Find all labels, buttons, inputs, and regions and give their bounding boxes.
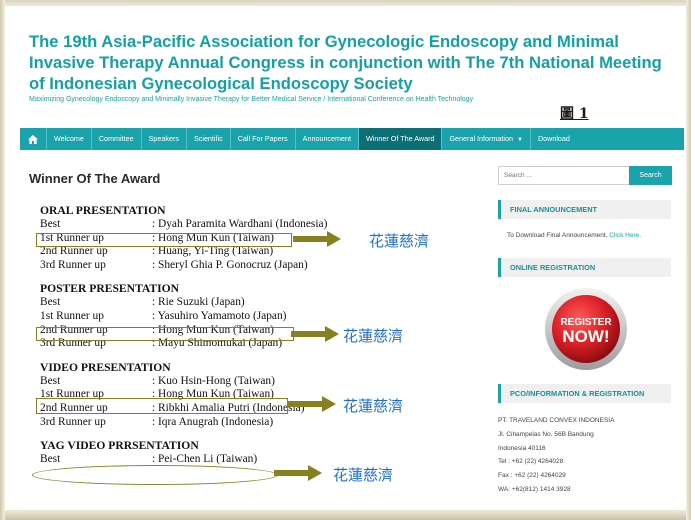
online-registration-heading: ONLINE REGISTRATION — [498, 258, 671, 277]
nav-announcement[interactable]: Announcement — [296, 128, 360, 150]
list-item: Best : Dyah Paramita Wardhani (Indonesia) — [40, 218, 327, 232]
nav-winner-of-the-award[interactable]: Winner Of The Award — [359, 128, 443, 150]
list-item: 1st Runner up : Yasuhiro Yamamoto (Japan) — [40, 310, 327, 324]
list-item: Best : Rie Suzuki (Japan) — [40, 296, 327, 310]
highlight-box-poster — [36, 327, 294, 341]
winner-name: : Yasuhiro Yamamoto (Japan) — [152, 309, 287, 322]
arrow-right-icon — [293, 231, 341, 247]
winner-name: : Iqra Anugrah (Indonesia) — [152, 415, 274, 428]
video-presentation-group: VIDEO PRESENTATION Best : Kuo Hsin-Hong (… — [40, 360, 327, 429]
group-title: POSTER PRESENTATION — [40, 282, 180, 296]
winner-name: : Rie Suzuki (Japan) — [152, 296, 245, 309]
nav-call-for-papers[interactable]: Call For Papers — [231, 128, 296, 150]
search-input[interactable] — [498, 166, 636, 185]
arrow-right-icon — [291, 326, 339, 342]
winner-name: : Dyah Paramita Wardhani (Indonesia) — [152, 218, 328, 230]
winner-name: : Kuo Hsin-Hong (Taiwan) — [152, 374, 275, 387]
main-nav: Welcome Committee Speakers Scientific Ca… — [20, 128, 684, 150]
contact-info: PT. TRAVELAND CONVEX INDONESIA Jl. Ciham… — [498, 414, 614, 497]
nav-scientific[interactable]: Scientific — [187, 128, 231, 150]
group-title: YAG VIDEO PRRSENTATION — [40, 439, 199, 453]
contact-street: Jl. Cihampelas No. 56B Bandung — [498, 430, 594, 438]
annotation-label-video: 花蓮慈濟 — [343, 397, 404, 415]
award-role: 3rd Runner up — [40, 415, 106, 428]
winner-name: : Sheryl Ghia P. Gonocruz (Japan) — [152, 258, 308, 271]
nav-general-information-label: General Information — [449, 134, 513, 143]
contact-city: Indonesia 40116 — [498, 444, 546, 452]
slide-frame-top — [0, 0, 691, 6]
nav-committee[interactable]: Committee — [92, 128, 142, 150]
page-heading: Winner Of The Award — [29, 171, 161, 186]
slide-frame-bottom — [0, 510, 691, 520]
list-item: 3rd Runner up : Sheryl Ghia P. Gonocruz (… — [40, 259, 327, 273]
nav-speakers[interactable]: Speakers — [142, 128, 187, 150]
group-title: ORAL PRESENTATION — [40, 204, 166, 217]
register-line-2: NOW! — [562, 327, 609, 346]
nav-download[interactable]: Download — [531, 128, 577, 150]
slide-frame-right — [686, 0, 691, 520]
chevron-down-icon: ▼ — [517, 137, 523, 143]
site-tagline: Maximizing Gynecology Endoscopy and Mini… — [29, 96, 474, 103]
contact-fax: Fax : +62 (22) 4264029 — [498, 472, 566, 480]
yag-video-presentation-group: YAG VIDEO PRRSENTATION Best: Pei-Chen Li… — [40, 438, 327, 467]
final-announcement-heading: FINAL ANNOUNCEMENT — [498, 200, 671, 219]
nav-welcome[interactable]: Welcome — [47, 128, 92, 150]
annotation-label-oral: 花蓮慈濟 — [369, 232, 430, 250]
home-icon — [28, 134, 38, 144]
search-button[interactable]: Search — [629, 166, 672, 185]
list-item: Best : Kuo Hsin-Hong (Taiwan) — [40, 375, 327, 389]
site-title[interactable]: The 19th Asia-Pacific Association for Gy… — [29, 31, 669, 94]
contact-tel: Tel : +62 (22) 4264028 — [498, 458, 564, 466]
award-role: Best — [40, 296, 61, 309]
final-announcement-link[interactable]: Click Here. — [609, 232, 641, 239]
highlight-oval-yag — [32, 465, 278, 485]
nav-general-information[interactable]: General Information ▼ — [442, 128, 531, 150]
award-role: Best — [40, 218, 61, 230]
award-role: 1st Runner up — [40, 309, 104, 322]
nav-home[interactable] — [20, 128, 47, 150]
list-item: 2nd Runner up : Huang, Yi-Ting (Taiwan) — [40, 245, 327, 259]
highlight-box-video — [36, 398, 288, 414]
final-announcement-label: To Download Final Announcement, — [507, 232, 608, 239]
final-announcement-text: To Download Final Announcement, Click He… — [507, 232, 641, 239]
register-now-button[interactable]: REGISTER NOW! — [544, 287, 628, 371]
slide-frame-left — [0, 0, 5, 520]
group-title: VIDEO PRESENTATION — [40, 360, 171, 374]
contact-company: PT. TRAVELAND CONVEX INDONESIA — [498, 417, 615, 424]
highlight-box-oral — [36, 233, 292, 247]
award-role: 3rd Runner up — [40, 258, 106, 271]
list-item: 3rd Runner up : Iqra Anugrah (Indonesia) — [40, 416, 327, 430]
figure-label: 圖 1 — [560, 106, 589, 122]
annotation-label-yag: 花蓮慈濟 — [333, 466, 394, 484]
arrow-right-icon — [274, 465, 322, 481]
arrow-right-icon — [288, 396, 336, 412]
pco-heading: PCO/INFORMATION & REGISTRATION — [498, 384, 671, 403]
winner-name: : Huang, Yi-Ting (Taiwan) — [152, 245, 274, 258]
award-role: 2nd Runner up — [40, 245, 108, 258]
annotation-label-poster: 花蓮慈濟 — [343, 327, 404, 345]
award-role: Best — [40, 374, 61, 387]
contact-wa: WA: +62(812) 1414 3928 — [498, 485, 571, 493]
